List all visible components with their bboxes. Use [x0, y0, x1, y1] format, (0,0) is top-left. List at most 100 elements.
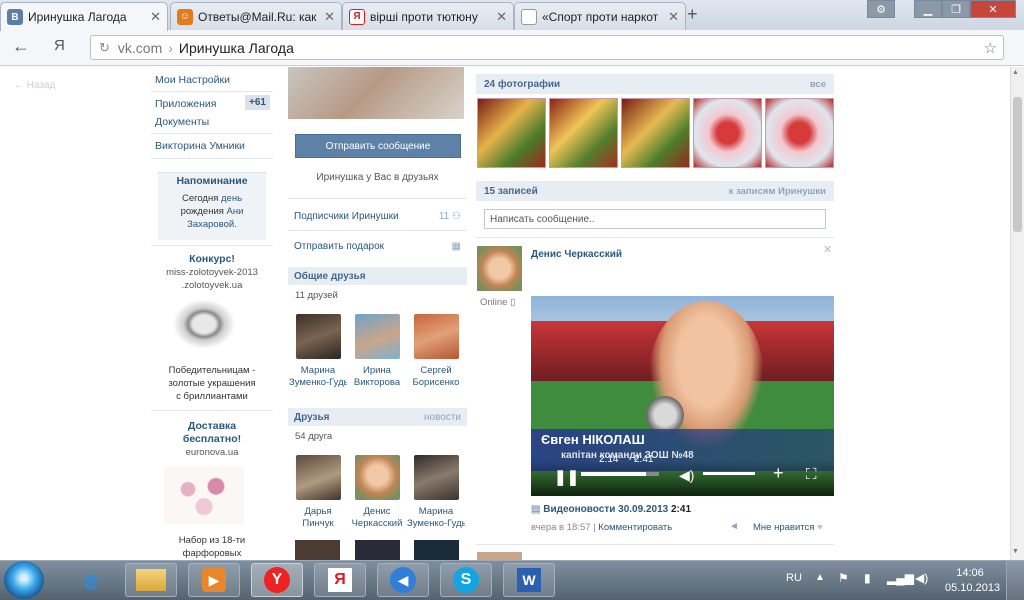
volume-slider[interactable]	[703, 472, 755, 475]
like-button[interactable]: Мне нравится ♥	[753, 522, 823, 533]
add-video-icon[interactable]: +	[773, 463, 784, 484]
friends-news-link[interactable]: новости	[424, 412, 461, 423]
settings-gear-icon[interactable]: ⚙	[867, 0, 895, 18]
scroll-down-icon[interactable]: ▼	[1012, 548, 1019, 555]
pause-icon[interactable]: ❚❚	[554, 468, 579, 486]
reload-icon[interactable]: ↻	[99, 40, 110, 56]
close-tab-icon[interactable]: ✕	[150, 9, 161, 25]
photos-header[interactable]: 24 фотографии все	[476, 74, 834, 94]
back-arrow-icon[interactable]: ←	[12, 36, 30, 57]
internet-explorer-icon[interactable]: e	[70, 563, 112, 597]
photo-thumbnail[interactable]	[621, 98, 690, 168]
media-player-taskbar-button[interactable]: ▶	[188, 563, 240, 597]
reminder-link-surname[interactable]: Захаровой.	[158, 218, 266, 231]
wall-posts-link[interactable]: к записям Иринушки	[729, 186, 826, 197]
ad-block-contest[interactable]: Конкурс! miss-zolotoyvek-2013 .zolotoyve…	[151, 253, 273, 292]
video-player[interactable]: Євген НІКОЛАШ капітан команди ЗОШ №48 ❚❚…	[531, 296, 834, 496]
language-indicator[interactable]: RU	[786, 572, 802, 584]
followers-row[interactable]: Подписчики Иринушки 11 ⚇	[288, 208, 467, 224]
photo-thumbnail[interactable]	[549, 98, 618, 168]
tray-volume-icon[interactable]: ◀)	[915, 571, 928, 585]
tab-yandex-search[interactable]: Я вірші проти тютюну ✕	[342, 2, 514, 30]
friend-1[interactable]: Дарья Пинчук	[289, 455, 347, 530]
bookmark-star-icon[interactable]: ☆	[984, 39, 997, 57]
address-bar[interactable]: ↻ vk.com › Иринушка Лагода ☆	[90, 35, 1004, 60]
photo-thumbnail[interactable]	[477, 98, 546, 168]
skype-taskbar-button[interactable]: S	[440, 563, 492, 597]
explorer-taskbar-button[interactable]	[125, 563, 177, 597]
volume-icon[interactable]: ◀)	[679, 467, 694, 484]
post-author-name[interactable]: Денис Черкасский	[531, 249, 622, 260]
menu-apps[interactable]: Приложения	[155, 98, 216, 110]
close-tab-icon[interactable]: ✕	[324, 9, 335, 25]
friend-avatar-partial[interactable]	[295, 540, 340, 560]
scrollbar-thumb[interactable]	[1013, 97, 1022, 232]
sound-taskbar-button[interactable]: ◀	[377, 563, 429, 597]
next-post-avatar-partial[interactable]	[477, 552, 522, 560]
video-progress-track[interactable]	[581, 472, 659, 476]
reminder-link-day[interactable]: день	[221, 193, 242, 204]
photo-thumbnail[interactable]	[693, 98, 762, 168]
friend-avatar-partial[interactable]	[355, 540, 400, 560]
fullscreen-icon[interactable]: ⛶	[806, 466, 817, 483]
friends-header[interactable]: Друзья новости	[288, 408, 467, 426]
wall-message-input[interactable]: Написать сообщение..	[484, 209, 826, 229]
wall-header[interactable]: 15 записей к записям Иринушки	[476, 181, 834, 201]
tray-expand-icon[interactable]: ▲	[815, 572, 825, 583]
friend-3[interactable]: Марина Зуменко-Гудь	[407, 455, 465, 530]
post-date[interactable]: вчера в 18:57	[531, 522, 591, 533]
video-title-row[interactable]: ▤ Видеоновости 30.09.2013 2:41	[531, 504, 691, 515]
page-scrollbar[interactable]	[1010, 67, 1024, 560]
friend-avatar[interactable]	[354, 455, 400, 500]
mutual-friends-header[interactable]: Общие друзья	[288, 267, 467, 285]
friend-avatar[interactable]	[413, 455, 459, 500]
porcelain-ad-image[interactable]	[164, 466, 244, 524]
yandex-home-button[interactable]: Я	[54, 37, 65, 54]
start-button-icon[interactable]	[4, 561, 44, 599]
menu-documents[interactable]: Документы	[155, 116, 209, 128]
friend-avatar[interactable]	[295, 455, 341, 500]
network-signal-icon[interactable]: ▂▄▆	[887, 571, 914, 585]
friend-avatar[interactable]	[354, 314, 400, 359]
ring-ad-image[interactable]	[164, 298, 244, 356]
word-taskbar-button[interactable]: W	[503, 563, 555, 597]
send-gift-row[interactable]: Отправить подарок ▦	[288, 238, 467, 254]
maximize-icon[interactable]: ❐	[942, 0, 970, 18]
photos-all-link[interactable]: все	[810, 79, 826, 90]
show-desktop-button[interactable]	[1006, 561, 1024, 600]
mutual-friend-1[interactable]: Марина Зуменко-Гудь	[289, 314, 347, 389]
close-tab-icon[interactable]: ✕	[496, 9, 507, 25]
post-author-avatar[interactable]	[477, 246, 522, 291]
apps-count-badge[interactable]: +61	[245, 95, 270, 110]
action-center-flag-icon[interactable]: ⚑	[838, 571, 849, 585]
delete-post-icon[interactable]: ✕	[823, 243, 832, 256]
new-tab-button[interactable]: +	[687, 4, 698, 25]
friend-avatar[interactable]	[295, 314, 341, 359]
friend-2[interactable]: Денис Черкасский	[348, 455, 406, 530]
tab-vk[interactable]: В Иринушка Лагода ✕	[0, 2, 168, 31]
ad-block-delivery[interactable]: Доставка бесплатно! euronova.ua	[151, 420, 273, 459]
yandex-taskbar-button[interactable]: Я	[314, 563, 366, 597]
close-tab-icon[interactable]: ✕	[668, 9, 679, 25]
scroll-up-icon[interactable]: ▲	[1012, 69, 1019, 76]
comment-link[interactable]: Комментировать	[598, 522, 672, 533]
yandex-browser-taskbar-button[interactable]: Y	[251, 563, 303, 597]
tab-mail-answers[interactable]: ☺ Ответы@Mail.Ru: как ✕	[170, 2, 342, 30]
menu-quiz[interactable]: Викторина Умники	[155, 140, 245, 152]
profile-photo[interactable]	[288, 67, 464, 119]
send-message-button[interactable]: Отправить сообщение	[295, 134, 461, 158]
nav-back-link[interactable]: ← Назад	[14, 80, 55, 91]
friend-avatar[interactable]	[413, 314, 459, 359]
tab-sport[interactable]: «Спорт проти наркот ✕	[514, 2, 686, 30]
menu-my-settings[interactable]: Мои Настройки	[155, 74, 230, 86]
system-clock[interactable]: 14:06 05.10.2013	[945, 566, 1000, 596]
reminder-link-name[interactable]: Ани	[227, 206, 244, 217]
minimize-icon[interactable]: ▁	[914, 0, 942, 18]
photo-thumbnail[interactable]	[765, 98, 834, 168]
close-window-icon[interactable]: ✕	[970, 0, 1016, 18]
friend-avatar-partial[interactable]	[414, 540, 459, 560]
battery-icon[interactable]: ▮	[864, 571, 871, 585]
mutual-friend-3[interactable]: Сергей Борисенко	[407, 314, 465, 389]
mutual-friend-2[interactable]: Ирина Викторова	[348, 314, 406, 389]
share-icon[interactable]: ◄	[729, 521, 739, 532]
